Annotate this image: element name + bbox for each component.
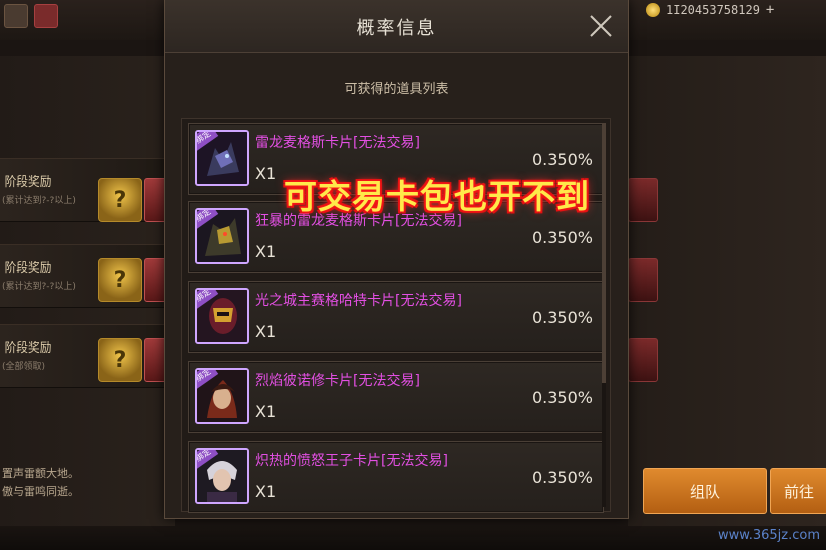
item-name: 烈焰彼诺修卡片[无法交易] [255,373,420,389]
item-quantity: X1 [255,322,277,341]
card-thumbnail: 绑定 [195,130,249,186]
item-rate: 0.350% [531,468,593,487]
close-icon [590,15,612,37]
stage-reward-condition: (全部领取) [2,362,46,372]
currency-display: 1I20453758129 + [646,0,774,20]
scrollbar-thumb[interactable] [602,123,606,383]
team-button[interactable]: 组队 [643,468,767,514]
item-quantity: X1 [255,164,277,183]
close-button[interactable] [589,14,613,38]
card-thumbnail: 绑定 [195,288,249,344]
mystery-box-icon[interactable]: ? [98,258,142,302]
item-name: 雷龙麦格斯卡片[无法交易] [255,135,420,151]
reward-card-icon[interactable] [628,178,658,222]
item-rate: 0.350% [531,388,593,407]
quest-description-line: 傲与雷鸣同逝。 [2,485,79,498]
obtainable-items-label: 可获得的道具列表 [344,82,449,97]
card-thumbnail: 绑定 [195,448,249,504]
stage-reward-title: 阶段奖励 [4,261,52,276]
reward-card-icon[interactable] [628,338,658,382]
add-currency-button[interactable]: + [766,2,774,18]
item-name: 炽热的愤怒王子卡片[无法交易] [255,453,448,469]
stage-reward-title: 阶段奖励 [4,341,52,356]
list-item[interactable]: 绑定 光之城主赛格哈特卡片[无法交易] X1 0.350% [188,281,604,353]
item-rate: 0.350% [531,150,593,169]
mystery-box-icon[interactable]: ? [98,338,142,382]
stage-reward-title: 阶段奖励 [4,175,52,190]
menu-icon[interactable] [4,4,28,28]
quest-description: 置声雷颤大地。 傲与雷鸣同逝。 [0,465,177,525]
reward-card-icon[interactable] [628,258,658,302]
item-quantity: X1 [255,482,277,501]
dialog-header: 概率信息 [165,0,628,53]
gift-icon[interactable] [34,4,58,28]
card-thumbnail: 绑定 [195,208,249,264]
bottom-bar [0,526,826,550]
item-quantity: X1 [255,242,277,261]
watermark: www.365jz.com [718,528,820,543]
probability-dialog: 概率信息 可获得的道具列表 绑定 雷龙麦格斯卡片[无法交易] X1 0.350% [164,0,629,519]
go-button[interactable]: 前往 [770,468,826,514]
list-item[interactable]: 绑定 烈焰彼诺修卡片[无法交易] X1 0.350% [188,361,604,433]
stage-reward-condition: (累计达到?-?以上) [2,282,76,292]
list-item[interactable]: 绑定 炽热的愤怒王子卡片[无法交易] X1 0.350% [188,441,604,513]
item-rate: 0.350% [531,228,593,247]
mystery-box-icon[interactable]: ? [98,178,142,222]
scrollbar[interactable] [602,123,606,507]
item-name: 光之城主赛格哈特卡片[无法交易] [255,293,462,309]
item-rate: 0.350% [531,308,593,327]
currency-amount: 1I20453758129 [666,3,760,17]
stage-reward-condition: (累计达到?-?以上) [2,196,76,206]
dialog-title: 概率信息 [356,18,437,39]
item-quantity: X1 [255,402,277,421]
card-thumbnail: 绑定 [195,368,249,424]
overlay-caption: 可交易卡包也开不到 [284,177,590,216]
coin-icon [646,3,660,17]
quest-description-line: 置声雷颤大地。 [2,467,79,480]
